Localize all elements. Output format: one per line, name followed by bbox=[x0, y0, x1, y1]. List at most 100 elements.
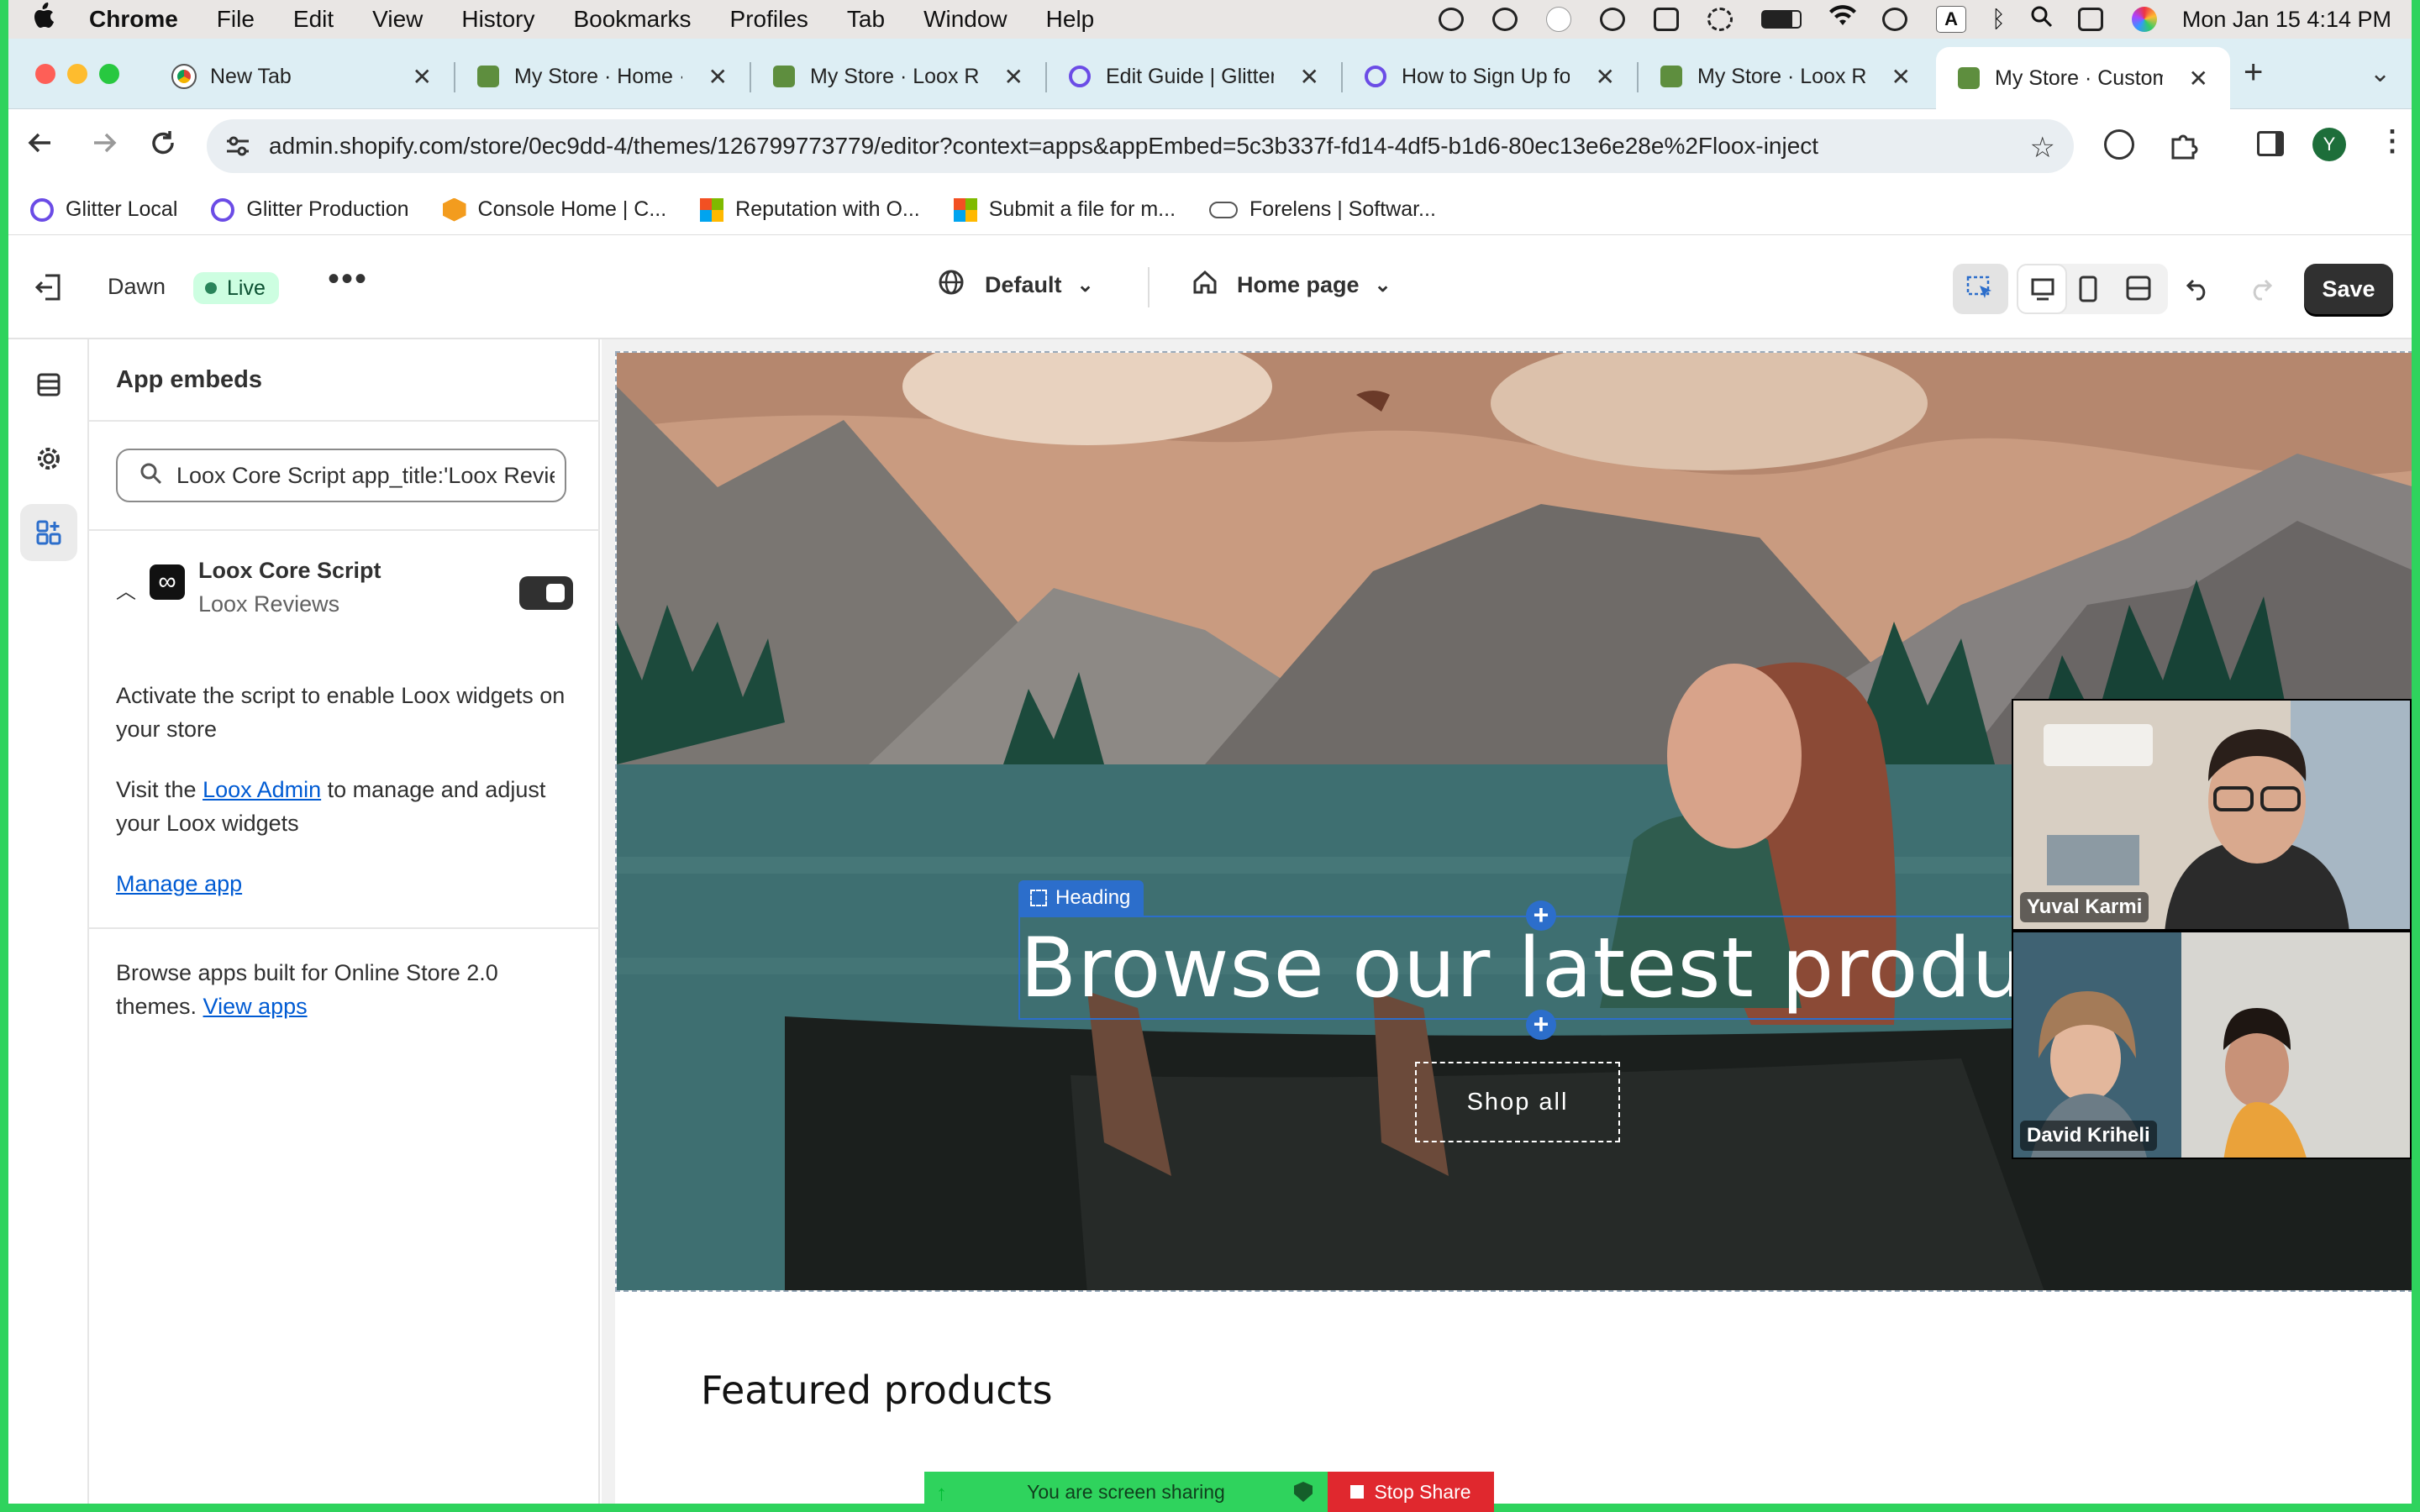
locale-selector[interactable]: Default ⌄ bbox=[938, 269, 1094, 302]
save-button[interactable]: Save bbox=[2304, 264, 2393, 314]
profile-avatar[interactable]: Y bbox=[2312, 128, 2346, 161]
menu-history[interactable]: History bbox=[461, 6, 534, 33]
siri-icon[interactable] bbox=[2131, 7, 2157, 32]
address-bar[interactable]: admin.shopify.com/store/0ec9dd-4/themes/… bbox=[207, 119, 2074, 173]
apple-icon[interactable] bbox=[34, 3, 57, 36]
shopify-icon bbox=[773, 66, 795, 87]
shop-all-button[interactable]: Shop all bbox=[1415, 1062, 1620, 1142]
menu-window[interactable]: Window bbox=[923, 6, 1007, 33]
timer-icon[interactable] bbox=[1707, 8, 1733, 31]
theme-settings-gear-icon[interactable] bbox=[20, 430, 77, 487]
bookmark-item[interactable]: Glitter Production bbox=[211, 197, 409, 222]
forward-icon[interactable] bbox=[89, 126, 119, 164]
grammarly-icon[interactable] bbox=[1439, 8, 1465, 31]
bookmark-item[interactable]: Console Home | C... bbox=[442, 197, 666, 222]
video-tile[interactable]: David Kriheli bbox=[2012, 931, 2412, 1159]
app-embed-toggle[interactable] bbox=[519, 576, 573, 610]
tab-title: My Store · Loox Re bbox=[810, 64, 978, 88]
reload-icon[interactable] bbox=[148, 128, 178, 162]
bookmark-item[interactable]: Forelens | Softwar... bbox=[1209, 197, 1436, 222]
sections-icon[interactable] bbox=[20, 356, 77, 413]
close-tab-icon[interactable]: ✕ bbox=[1300, 63, 1319, 91]
menu-tab[interactable]: Tab bbox=[847, 6, 885, 33]
bluetooth-icon[interactable]: ᛒ bbox=[1991, 6, 2006, 33]
glitter-icon bbox=[1069, 66, 1091, 87]
search-input[interactable] bbox=[176, 462, 555, 489]
view-apps-link[interactable]: View apps bbox=[203, 994, 308, 1019]
screen-share-status: ↑ You are screen sharing bbox=[924, 1472, 1328, 1512]
browser-tab-active[interactable]: My Store · Custom ✕ bbox=[1936, 47, 2230, 109]
site-settings-icon[interactable] bbox=[225, 134, 250, 162]
browser-tab[interactable]: My Store · Home · ✕ bbox=[455, 49, 750, 104]
template-selector[interactable]: Home page ⌄ bbox=[1192, 269, 1392, 302]
desktop-view-button[interactable] bbox=[2017, 264, 2067, 314]
back-icon[interactable] bbox=[25, 126, 55, 164]
close-tab-icon[interactable]: ✕ bbox=[1891, 63, 1911, 91]
inspector-toggle[interactable] bbox=[1953, 264, 2008, 314]
menu-app-name[interactable]: Chrome bbox=[89, 6, 178, 33]
search-field[interactable] bbox=[116, 449, 566, 502]
new-tab-button[interactable]: + bbox=[2244, 54, 2263, 92]
search-icon[interactable] bbox=[2031, 6, 2053, 34]
close-tab-icon[interactable]: ✕ bbox=[413, 63, 432, 91]
heading-selection-tag[interactable]: Heading bbox=[1018, 880, 1144, 916]
close-tab-icon[interactable]: ✕ bbox=[708, 63, 728, 91]
menu-profiles[interactable]: Profiles bbox=[730, 6, 808, 33]
close-tab-icon[interactable]: ✕ bbox=[2189, 65, 2208, 92]
visit-prefix: Visit the bbox=[116, 777, 203, 802]
menu-file[interactable]: File bbox=[217, 6, 255, 33]
more-actions-icon[interactable]: ••• bbox=[328, 260, 368, 298]
close-window-button[interactable] bbox=[35, 64, 55, 84]
bookmark-star-icon[interactable]: ☆ bbox=[2030, 131, 2055, 165]
chrome-menu-icon[interactable]: ⋮ bbox=[2378, 124, 2407, 158]
hero-heading[interactable]: Browse our latest products bbox=[1020, 921, 2148, 1016]
menu-help[interactable]: Help bbox=[1046, 6, 1095, 33]
battery-icon[interactable] bbox=[1761, 10, 1802, 29]
close-tab-icon[interactable]: ✕ bbox=[1004, 63, 1023, 91]
undo-icon[interactable] bbox=[2185, 274, 2212, 305]
extension-vpn-icon[interactable] bbox=[2104, 129, 2134, 160]
browser-tab[interactable]: Edit Guide | Glitter ✕ bbox=[1047, 49, 1341, 104]
wifi-icon[interactable] bbox=[1828, 5, 1857, 34]
app-embeds-icon[interactable] bbox=[20, 504, 77, 561]
control-center-icon[interactable] bbox=[2077, 8, 2103, 31]
tab-title: New Tab bbox=[210, 64, 292, 88]
exit-editor-icon[interactable] bbox=[34, 272, 64, 307]
minimize-window-button[interactable] bbox=[67, 64, 87, 84]
menu-bookmarks[interactable]: Bookmarks bbox=[573, 6, 691, 33]
menu-clock[interactable]: Mon Jan 15 4:14 PM bbox=[2182, 7, 2391, 33]
close-tab-icon[interactable]: ✕ bbox=[1596, 63, 1615, 91]
collapse-chevron-up-icon[interactable]: ︿ bbox=[116, 575, 136, 604]
menu-edit[interactable]: Edit bbox=[293, 6, 334, 33]
add-block-below-icon[interactable]: + bbox=[1526, 1010, 1556, 1040]
bookmark-item[interactable]: Submit a file for m... bbox=[953, 197, 1176, 222]
dot-icon[interactable] bbox=[1546, 7, 1572, 32]
input-source-icon[interactable]: A bbox=[1936, 6, 1967, 33]
participant-name: Yuval Karmi bbox=[2020, 892, 2149, 922]
globe-icon bbox=[938, 269, 965, 302]
toggle-knob bbox=[546, 584, 565, 602]
maximize-window-button[interactable] bbox=[99, 64, 119, 84]
loox-admin-link[interactable]: Loox Admin bbox=[203, 777, 321, 802]
side-panel-icon[interactable] bbox=[2257, 131, 2284, 156]
participant-name: David Kriheli bbox=[2020, 1121, 2157, 1151]
square-app-icon[interactable] bbox=[1654, 8, 1680, 31]
video-tile[interactable]: Yuval Karmi bbox=[2012, 699, 2412, 931]
stop-share-button[interactable]: Stop Share bbox=[1328, 1472, 1494, 1512]
redo-icon[interactable] bbox=[2247, 274, 2274, 305]
extensions-puzzle-icon[interactable] bbox=[2168, 129, 2200, 165]
browser-tab[interactable]: How to Sign Up fo ✕ bbox=[1343, 49, 1637, 104]
fullscreen-view-icon[interactable] bbox=[2126, 276, 2151, 305]
browser-tab[interactable]: New Tab ✕ bbox=[151, 49, 454, 104]
bookmark-item[interactable]: Reputation with O... bbox=[700, 197, 920, 222]
browser-tab[interactable]: My Store · Loox Re ✕ bbox=[751, 49, 1045, 104]
arc-icon[interactable] bbox=[1600, 8, 1626, 31]
time-machine-icon[interactable] bbox=[1882, 8, 1908, 31]
manage-app-link[interactable]: Manage app bbox=[116, 867, 242, 900]
bookmark-item[interactable]: Glitter Local bbox=[30, 197, 177, 222]
vpn-icon[interactable] bbox=[1492, 8, 1518, 31]
mobile-view-icon[interactable] bbox=[2079, 276, 2097, 307]
browser-tab[interactable]: My Store · Loox Re ✕ bbox=[1639, 49, 1933, 104]
tab-search-chevron-icon[interactable]: ⌄ bbox=[2370, 59, 2391, 88]
menu-view[interactable]: View bbox=[372, 6, 423, 33]
